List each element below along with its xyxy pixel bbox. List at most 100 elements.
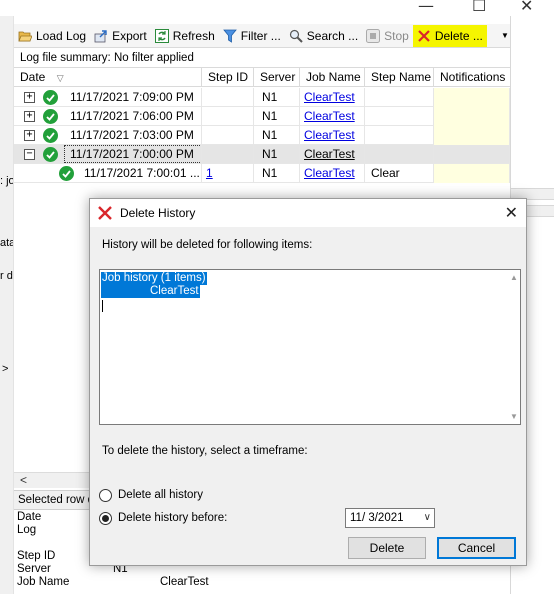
table-row-selected[interactable]: − 11/17/2021 7:00:00 PM N1 ClearTest bbox=[14, 145, 510, 164]
folder-open-icon bbox=[18, 29, 32, 43]
delete-all-history-label[interactable]: Delete all history bbox=[118, 489, 203, 501]
expand-arrow-icon[interactable]: > bbox=[2, 363, 8, 375]
cell-step-id: 1 bbox=[202, 164, 254, 183]
minimize-icon[interactable]: — bbox=[418, 0, 434, 15]
refresh-button[interactable]: Refresh bbox=[151, 25, 219, 47]
delete-button[interactable]: Delete ... bbox=[412, 24, 487, 47]
cell-notifications bbox=[434, 126, 510, 145]
window-controls: — ☐ ✕ bbox=[394, 0, 554, 16]
delete-all-history-radio[interactable] bbox=[99, 489, 112, 502]
job-name-link[interactable]: ClearTest bbox=[304, 109, 355, 123]
detail-label-step-id: Step ID bbox=[17, 550, 56, 562]
dialog-title-bar[interactable]: Delete History ✕ bbox=[90, 199, 526, 227]
table-row[interactable]: + 11/17/2021 7:06:00 PM N1 ClearTest bbox=[14, 107, 510, 126]
success-check-icon bbox=[43, 109, 58, 124]
selected-row-details-header: Selected row d bbox=[14, 490, 94, 510]
selected-item-line: Job history (1 items) bbox=[101, 272, 207, 285]
cell-step-name: Clear bbox=[365, 164, 434, 183]
column-header-step-id[interactable]: Step ID bbox=[202, 68, 254, 87]
column-header-label: Date bbox=[20, 70, 46, 84]
cell-date: 11/17/2021 7:00:00 PM bbox=[66, 145, 202, 164]
left-pane-fragment: : jo bbox=[0, 175, 14, 187]
cell-server: N1 bbox=[254, 126, 300, 145]
dialog-close-icon[interactable]: ✕ bbox=[505, 203, 518, 222]
date-value: 11/ 3/2021 bbox=[350, 512, 404, 524]
search-icon bbox=[289, 29, 303, 43]
table-row[interactable]: + 11/17/2021 7:03:00 PM N1 ClearTest bbox=[14, 126, 510, 145]
cell-step-id bbox=[202, 88, 254, 107]
cell-step-name bbox=[365, 126, 434, 145]
search-label: Search ... bbox=[306, 28, 359, 43]
column-header-step-name[interactable]: Step Name bbox=[365, 68, 434, 87]
delete-history-before-label[interactable]: Delete history before: bbox=[118, 512, 227, 524]
cell-step-name bbox=[365, 88, 434, 107]
job-name-link[interactable]: ClearTest bbox=[304, 90, 355, 104]
cell-step-id bbox=[202, 145, 254, 164]
job-name-link[interactable]: ClearTest bbox=[304, 128, 355, 142]
horizontal-scrollbar[interactable]: < bbox=[14, 472, 94, 488]
filter-button[interactable]: Filter ... bbox=[219, 25, 285, 47]
expand-icon[interactable]: + bbox=[24, 111, 35, 122]
filter-label: Filter ... bbox=[240, 28, 281, 43]
cell-job-name: ClearTest bbox=[300, 145, 365, 164]
scroll-down-icon[interactable]: ▼ bbox=[510, 412, 518, 421]
load-log-button[interactable]: Load Log bbox=[14, 25, 90, 47]
column-header-date[interactable]: Date ▽ bbox=[14, 68, 202, 87]
cell-date: 11/17/2021 7:06:00 PM bbox=[66, 107, 202, 126]
cell-notifications bbox=[434, 164, 510, 183]
textbox-scrollbar[interactable]: ▲ ▼ bbox=[508, 270, 520, 424]
cell-server: N1 bbox=[254, 88, 300, 107]
cell-job-name: ClearTest bbox=[300, 164, 365, 183]
export-button[interactable]: Export bbox=[90, 25, 151, 47]
cell-notifications bbox=[434, 145, 510, 164]
dialog-title: Delete History bbox=[120, 206, 196, 220]
delete-button[interactable]: Delete bbox=[348, 537, 426, 559]
close-icon[interactable]: ✕ bbox=[520, 0, 533, 15]
column-header-notifications[interactable]: Notifications bbox=[434, 68, 510, 87]
expand-icon[interactable]: + bbox=[24, 130, 35, 141]
expand-icon[interactable]: + bbox=[24, 92, 35, 103]
maximize-icon[interactable]: ☐ bbox=[472, 0, 486, 15]
step-id-link[interactable]: 1 bbox=[206, 166, 213, 180]
success-check-icon bbox=[43, 90, 58, 105]
filter-funnel-icon[interactable]: ▽ bbox=[57, 73, 64, 83]
scroll-left-icon[interactable]: < bbox=[20, 473, 27, 487]
cancel-button[interactable]: Cancel bbox=[437, 537, 516, 559]
cell-job-name: ClearTest bbox=[300, 88, 365, 107]
success-check-icon bbox=[43, 147, 58, 162]
items-to-delete-textbox[interactable]: Job history (1 items) ClearTest ▲ ▼ bbox=[99, 269, 521, 425]
toolbar-overflow-icon[interactable]: ▼ bbox=[500, 25, 510, 47]
detail-label-job-name: Job Name bbox=[17, 576, 70, 588]
job-name-link[interactable]: ClearTest bbox=[304, 166, 355, 180]
grid-header: Date ▽ Step ID Server Job Name Step Name… bbox=[14, 68, 510, 87]
cell-step-name bbox=[365, 145, 434, 164]
selected-item-line: ClearTest bbox=[101, 285, 200, 298]
collapse-icon[interactable]: − bbox=[24, 149, 35, 160]
chevron-down-icon[interactable]: ∨ bbox=[424, 509, 431, 527]
table-row[interactable]: + 11/17/2021 7:09:00 PM N1 ClearTest bbox=[14, 88, 510, 107]
table-row-step[interactable]: 11/17/2021 7:00:01 ... 1 N1 ClearTest Cl… bbox=[14, 164, 510, 183]
filter-icon bbox=[222, 29, 237, 43]
scroll-up-icon[interactable]: ▲ bbox=[510, 273, 518, 282]
column-header-server[interactable]: Server bbox=[254, 68, 300, 87]
history-date-picker[interactable]: 11/ 3/2021 ∨ bbox=[345, 508, 435, 528]
cell-date: 11/17/2021 7:00:01 ... bbox=[80, 164, 202, 183]
delete-history-before-radio[interactable] bbox=[99, 512, 112, 525]
job-name-link[interactable]: ClearTest bbox=[304, 147, 355, 161]
delete-history-dialog: Delete History ✕ History will be deleted… bbox=[89, 198, 527, 566]
cell-server: N1 bbox=[254, 145, 300, 164]
success-check-icon bbox=[43, 128, 58, 143]
detail-label-date: Date bbox=[17, 511, 42, 523]
left-pane-edge: : jo ata r d > bbox=[0, 16, 14, 594]
column-header-job-name[interactable]: Job Name bbox=[300, 68, 365, 87]
export-label: Export bbox=[112, 28, 147, 43]
cell-step-name bbox=[365, 107, 434, 126]
cell-server: N1 bbox=[254, 107, 300, 126]
delete-label: Delete ... bbox=[434, 28, 483, 43]
refresh-label: Refresh bbox=[172, 28, 215, 43]
search-button[interactable]: Search ... bbox=[285, 25, 362, 47]
load-log-label: Load Log bbox=[36, 28, 87, 43]
left-pane-fragment: ata bbox=[0, 237, 14, 249]
stop-button[interactable]: Stop bbox=[362, 25, 413, 47]
log-viewer-toolbar: Load Log Export Refresh Filter ... Searc… bbox=[14, 24, 510, 48]
